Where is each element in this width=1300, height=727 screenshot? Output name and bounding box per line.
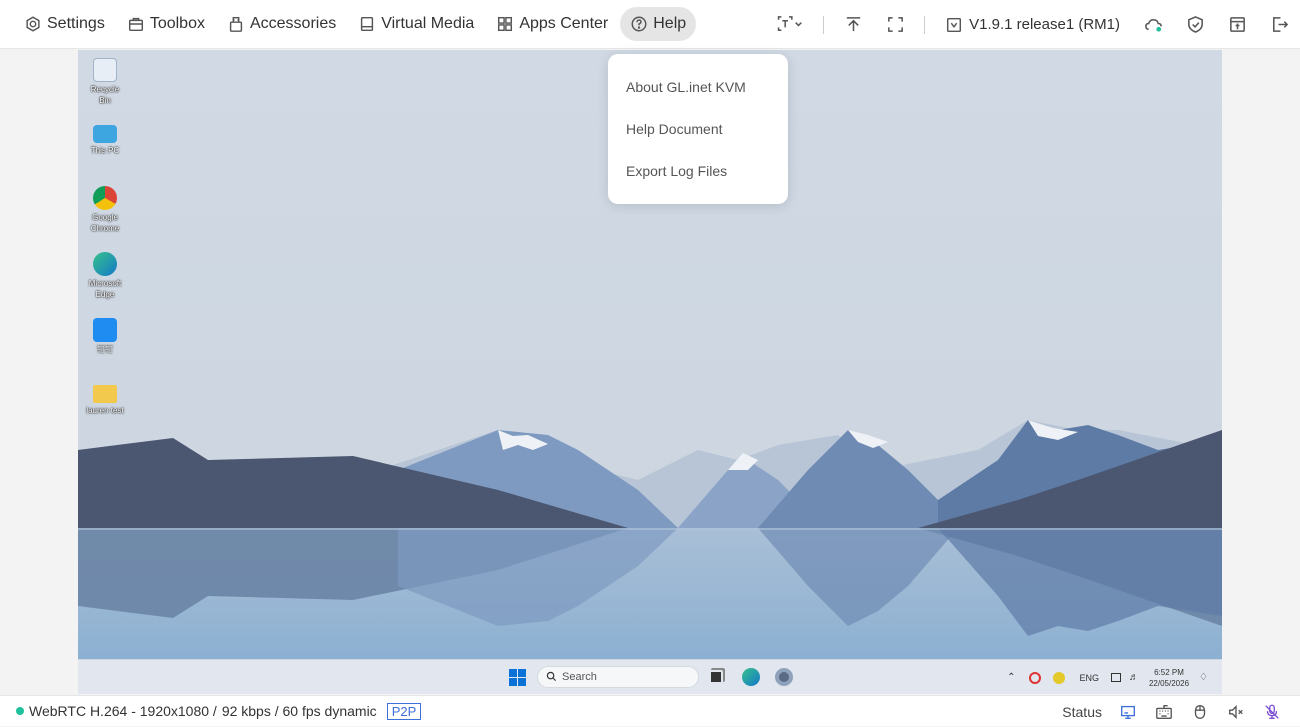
help-document-item[interactable]: Help Document (608, 108, 788, 150)
help-about-item[interactable]: About GL.inet KVM (608, 66, 788, 108)
desktop-icon-folder[interactable]: lauren test (84, 382, 126, 416)
folder-icon (93, 385, 117, 403)
help-dropdown-menu: About GL.inet KVM Help Document Export L… (608, 54, 788, 204)
screen-status-button[interactable] (1110, 696, 1146, 727)
tray-app-icon[interactable] (1029, 671, 1042, 684)
keyboard-icon (1156, 704, 1172, 719)
status-label[interactable]: Status (1062, 704, 1102, 720)
accessories-icon (229, 16, 243, 32)
toolbar-separator (823, 15, 825, 34)
status-controls: Status (1062, 696, 1290, 727)
stream-info: WebRTC H.264 - 1920x1080 / (29, 703, 217, 719)
taskbar-search-box[interactable]: Search (537, 666, 699, 688)
taskbar-clock[interactable]: 6:52 PM 22/05/2026 (1149, 667, 1189, 689)
menu-apps-center[interactable]: Apps Center (486, 7, 618, 41)
network-icon[interactable] (1110, 673, 1121, 682)
clock-time: 6:52 PM (1154, 667, 1184, 677)
apps-icon (498, 16, 513, 32)
upload-arrow-icon (846, 17, 860, 32)
tray-app-icon[interactable] (1053, 671, 1066, 684)
desktop-icon-label: Recycle Bin (90, 85, 120, 105)
version-label: V1.9.1 release1 (RM1) (969, 16, 1120, 33)
firmware-icon (947, 17, 962, 32)
menu-virtual-media-label: Virtual Media (381, 15, 475, 32)
mouse-icon (1194, 704, 1206, 719)
mouse-button[interactable] (1182, 696, 1218, 727)
upload-button[interactable] (832, 0, 874, 49)
logout-icon (1272, 17, 1288, 32)
remote-taskbar: Search ⌃ ENG ♬ 6:52 PM 22/05/2026 ♢ (78, 659, 1222, 694)
edge-taskbar-icon[interactable] (742, 668, 760, 686)
menu-apps-center-label: Apps Center (519, 15, 609, 32)
dingtalk-icon (93, 318, 117, 342)
monitor-icon (1121, 705, 1135, 719)
taskbar-search-label: Search (562, 671, 597, 683)
right-toolbar: V1.9.1 release1 (RM1) (763, 0, 1300, 49)
tray-chevron-up-icon[interactable]: ⌃ (1007, 672, 1015, 683)
microphone-off-icon (1265, 704, 1279, 719)
tray-language[interactable]: ENG (1079, 673, 1099, 683)
clock-date: 22/05/2026 (1148, 678, 1190, 688)
top-toolbar: Settings Toolbox Accessories Virtual Med… (0, 0, 1300, 49)
desktop-icon-edge[interactable]: Microsoft Edge (84, 252, 126, 300)
cloud-icon (1144, 18, 1162, 32)
help-circle-icon (631, 16, 647, 32)
desktop-icon-dingtalk[interactable]: 钉钉 (84, 318, 126, 355)
notification-bell-icon[interactable]: ♢ (1199, 672, 1208, 683)
cloud-button[interactable] (1132, 0, 1174, 49)
help-export-logs-item[interactable]: Export Log Files (608, 150, 788, 192)
keyboard-button[interactable] (1146, 696, 1182, 727)
text-scan-icon (777, 16, 802, 31)
bottom-status-bar: WebRTC H.264 - 1920x1080 / 92 kbps / 60 … (0, 695, 1300, 726)
menu-virtual-media[interactable]: Virtual Media (348, 7, 484, 41)
device-switch-icon (1229, 17, 1245, 32)
connection-status-dot (16, 707, 24, 715)
volume-icon[interactable]: ♬ (1129, 672, 1139, 683)
desktop-icon-label: Microsoft Edge (88, 279, 122, 299)
desktop-icon-label: lauren test (86, 406, 124, 415)
search-icon (546, 671, 557, 682)
menu-toolbox-label: Toolbox (149, 15, 205, 32)
desktop-icon-this-pc[interactable]: This PC (84, 122, 126, 156)
menu-settings-label: Settings (47, 15, 105, 32)
version-button[interactable]: V1.9.1 release1 (RM1) (933, 0, 1132, 49)
text-input-menu-button[interactable] (763, 0, 815, 49)
microphone-mute-button[interactable] (1254, 696, 1290, 727)
p2p-badge: P2P (386, 702, 422, 720)
menu-accessories-label: Accessories (249, 15, 337, 32)
desktop-icon-label: This PC (90, 146, 120, 155)
menu-toolbox[interactable]: Toolbox (117, 7, 215, 41)
stream-bitrate: 92 kbps / 60 fps dynamic (221, 703, 377, 719)
settings-taskbar-icon[interactable] (775, 668, 793, 686)
gear-icon (26, 16, 40, 32)
toolbar-separator (924, 15, 926, 34)
security-button[interactable] (1174, 0, 1216, 49)
recycle-bin-icon (93, 58, 117, 82)
disk-icon (361, 16, 374, 32)
menu-accessories[interactable]: Accessories (217, 7, 346, 41)
windows-start-icon[interactable] (509, 669, 526, 686)
logout-button[interactable] (1258, 0, 1300, 49)
monitor-icon (93, 125, 117, 143)
menu-help-label: Help (653, 15, 687, 32)
speaker-mute-icon (1229, 704, 1243, 719)
menu-settings[interactable]: Settings (14, 7, 115, 41)
toolbox-icon (128, 17, 143, 32)
desktop-icon-label: Google Chrome (90, 213, 120, 233)
system-tray: ⌃ ENG ♬ 6:52 PM 22/05/2026 ♢ (999, 660, 1222, 694)
fullscreen-icon (887, 17, 903, 32)
switch-device-button[interactable] (1216, 0, 1258, 49)
shield-check-icon (1187, 16, 1203, 33)
desktop-icon-chrome[interactable]: Google Chrome (84, 186, 126, 234)
desktop-icon-recycle-bin[interactable]: Recycle Bin (84, 58, 126, 106)
menu-help[interactable]: Help (620, 7, 697, 41)
audio-mute-button[interactable] (1218, 696, 1254, 727)
desktop-icon-label: 钉钉 (97, 345, 113, 354)
edge-icon (93, 252, 117, 276)
fullscreen-button[interactable] (874, 0, 916, 49)
chrome-icon (93, 186, 117, 210)
task-view-icon[interactable] (709, 670, 723, 684)
